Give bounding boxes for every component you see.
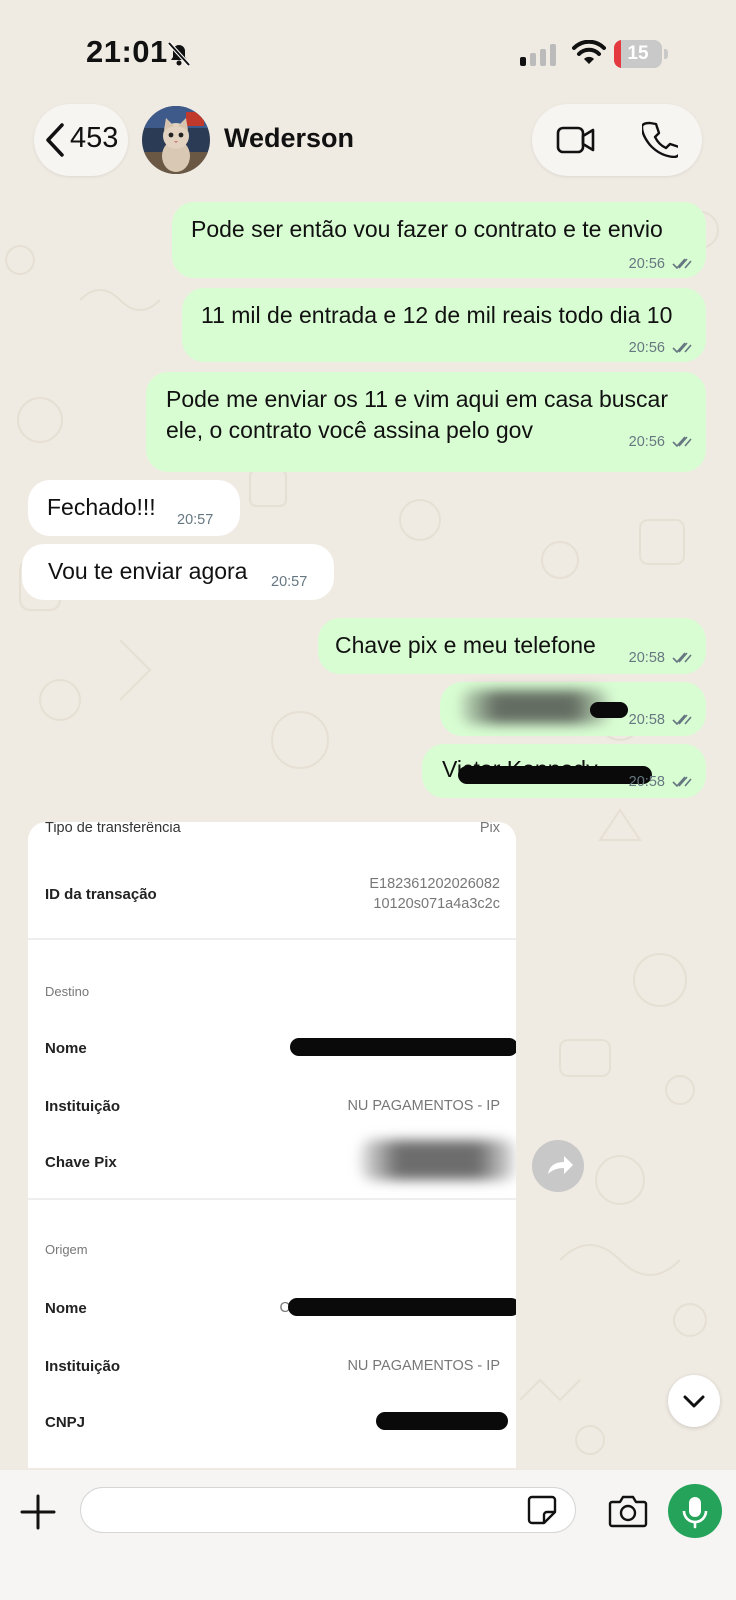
message-outgoing-redacted[interactable]: Victor Kennedy 20:58: [422, 744, 706, 798]
message-text: Chave pix e meu telefone: [335, 632, 596, 658]
microphone-icon: [682, 1497, 708, 1529]
bell-slash-icon: [167, 41, 191, 67]
forward-arrow-icon: [548, 1156, 573, 1174]
message-text: Fechado!!!: [47, 494, 156, 520]
status-time: 21:01: [86, 34, 168, 69]
chevron-down-icon: [683, 1395, 705, 1408]
battery-level: 15: [627, 43, 649, 64]
message-time: 20:57: [177, 512, 214, 528]
message-text: Pode ser então vou fazer o contrato e te…: [191, 216, 663, 242]
redaction-mark: [590, 702, 628, 718]
message-input[interactable]: [80, 1487, 576, 1533]
compose-bar: [0, 1470, 736, 1600]
read-receipt-icon: [672, 258, 692, 270]
receipt-dest-institution-value: NU PAGAMENTOS - IP: [347, 1098, 500, 1114]
receipt-origin-section: Origem: [45, 1242, 88, 1257]
call-actions: [532, 104, 702, 176]
receipt-transaction-id-label: ID da transação: [45, 886, 157, 903]
message-meta: 20:58: [629, 650, 692, 666]
read-receipt-icon: [672, 652, 692, 664]
message-incoming[interactable]: Vou te enviar agora 20:57: [22, 544, 334, 600]
redaction-mark: [458, 766, 652, 784]
receipt-origin-institution-value: NU PAGAMENTOS - IP: [347, 1358, 500, 1374]
receipt-dest-pix-key-label: Chave Pix: [45, 1154, 117, 1171]
pix-receipt-image[interactable]: Tipo de transferência Pix ID da transaçã…: [28, 822, 516, 1468]
forward-button[interactable]: [532, 1140, 584, 1192]
back-button[interactable]: 453: [34, 104, 128, 176]
receipt-destination-section: Destino: [45, 984, 90, 999]
message-outgoing[interactable]: 11 mil de entrada e 12 de mil reais todo…: [182, 288, 706, 362]
message-time: 20:56: [628, 340, 665, 356]
redaction-mark: [290, 1038, 516, 1056]
receipt-separator: [28, 938, 516, 940]
message-text-line: ele, o contrato você assina pelo gov: [166, 417, 533, 443]
plus-icon[interactable]: [20, 1494, 56, 1530]
message-time: 20:58: [628, 650, 665, 666]
message-time: 20:56: [628, 256, 665, 272]
message-outgoing[interactable]: Pode ser então vou fazer o contrato e te…: [172, 202, 706, 278]
receipt-separator: [28, 1198, 516, 1200]
read-receipt-icon: [672, 436, 692, 448]
battery-body: 15: [614, 40, 662, 68]
message-time: 20:56: [628, 434, 665, 450]
redaction-mark: [376, 1412, 508, 1430]
receipt-transaction-id-line2: 10120s071a4a3c2c: [373, 896, 500, 912]
receipt-transfer-type-label: Tipo de transferência: [45, 822, 181, 836]
blurred-pix-key: [360, 1140, 516, 1180]
message-incoming[interactable]: Fechado!!! 20:57: [28, 480, 240, 536]
unread-count: 453: [70, 122, 119, 154]
contact-avatar[interactable]: [142, 106, 210, 174]
message-time: 20:58: [628, 712, 665, 728]
wifi-icon: [572, 40, 606, 64]
microphone-button[interactable]: [668, 1484, 722, 1538]
redaction-mark: [288, 1298, 516, 1316]
message-time: 20:58: [628, 774, 665, 790]
message-outgoing-redacted[interactable]: 20:58: [440, 682, 706, 736]
video-camera-icon[interactable]: [556, 122, 596, 158]
receipt-transfer-type-value: Pix: [479, 822, 500, 836]
read-receipt-icon: [672, 776, 692, 788]
message-outgoing[interactable]: Pode me enviar os 11 e vim aqui em casa …: [146, 372, 706, 472]
receipt-dest-institution-label: Instituição: [45, 1098, 121, 1115]
status-bar: 21:01 15: [0, 0, 736, 100]
message-meta: 20:56: [629, 340, 692, 356]
phone-icon[interactable]: [642, 120, 678, 158]
sticker-icon[interactable]: [526, 1494, 558, 1526]
message-meta: 20:56: [629, 256, 692, 272]
receipt-dest-name-label: Nome: [45, 1040, 87, 1057]
cellular-signal-icon: [520, 44, 556, 66]
message-meta: 20:58: [629, 712, 692, 728]
message-time: 20:57: [271, 574, 308, 590]
message-meta: 20:56: [629, 434, 692, 450]
message-text: 11 mil de entrada e 12 de mil reais todo…: [201, 302, 673, 328]
contact-name[interactable]: Wederson: [224, 123, 354, 154]
cat-avatar-image: [142, 106, 210, 174]
read-receipt-icon: [672, 342, 692, 354]
camera-icon[interactable]: [608, 1494, 648, 1528]
battery-cap: [664, 49, 668, 59]
battery-indicator: 15: [614, 40, 668, 68]
chevron-left-icon: [46, 123, 64, 157]
receipt-origin-name-label: Nome: [45, 1300, 87, 1317]
message-outgoing[interactable]: Chave pix e meu telefone 20:58: [318, 618, 706, 674]
receipt-origin-institution-label: Instituição: [45, 1358, 121, 1375]
scroll-to-bottom-button[interactable]: [668, 1375, 720, 1427]
receipt-transaction-id-line1: E182361202026082: [369, 876, 500, 892]
blurred-phone-number: [460, 690, 610, 724]
receipt-cnpj-label: CNPJ: [45, 1414, 86, 1431]
read-receipt-icon: [672, 714, 692, 726]
message-meta: 20:58: [629, 774, 692, 790]
message-text: Vou te enviar agora: [48, 558, 248, 584]
message-text-line: Pode me enviar os 11 e vim aqui em casa …: [166, 386, 668, 412]
